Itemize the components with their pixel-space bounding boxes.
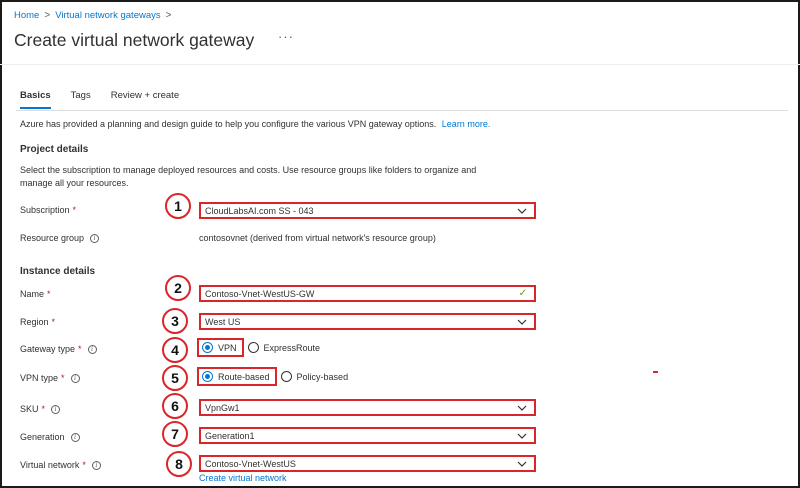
policy-based-option-label: Policy-based (296, 371, 349, 382)
tab-review-create[interactable]: Review + create (111, 90, 179, 109)
radio-selected[interactable] (202, 371, 213, 382)
required-marker: * (72, 205, 77, 215)
info-icon: i (51, 404, 61, 414)
subscription-dropdown[interactable]: CloudLabsAI.com SS - 043 (199, 202, 536, 219)
generation-value: Generation1 (205, 430, 255, 441)
required-marker: * (41, 404, 46, 414)
step-marker-2: 2 (165, 275, 191, 301)
radio-selected[interactable] (202, 342, 213, 353)
breadcrumb-separator: > (44, 10, 51, 21)
intro-description: Azure has provided a planning and design… (20, 119, 437, 129)
gateway-type-radio-group: VPN ExpressRoute (197, 338, 320, 357)
sku-label-text: SKU (20, 404, 39, 414)
vpn-option-label: VPN (218, 342, 237, 353)
step-marker-1: 1 (165, 193, 191, 219)
info-icon: i (87, 344, 97, 354)
step-marker-8: 8 (166, 451, 192, 477)
learn-more-link[interactable]: Learn more. (442, 119, 491, 129)
resource-group-label-text: Resource group (20, 233, 85, 243)
info-icon: i (70, 373, 80, 383)
required-marker: * (61, 373, 65, 383)
step-marker-6: 6 (162, 393, 188, 419)
region-label: Region * (20, 317, 55, 327)
instance-details-heading: Instance details (20, 266, 96, 277)
region-dropdown[interactable]: West US (199, 313, 536, 330)
resource-group-label: Resource group i (20, 233, 100, 243)
more-options-icon[interactable]: ··· (278, 29, 294, 44)
name-label: Name * (20, 289, 51, 299)
chevron-down-icon (517, 433, 527, 439)
vpn-type-radio-group: Route-based Policy-based (197, 367, 348, 386)
vpn-type-label: VPN type * i (20, 373, 80, 383)
tab-tags[interactable]: Tags (71, 90, 91, 109)
annotation-mark (653, 371, 658, 373)
breadcrumb: Home > Virtual network gateways > (14, 10, 171, 21)
virtual-network-dropdown[interactable]: Contoso-Vnet-WestUS (199, 455, 536, 472)
virtual-network-label: Virtual network * i (20, 460, 101, 470)
region-value: West US (205, 316, 241, 327)
divider (0, 64, 800, 65)
sku-value: VpnGw1 (205, 402, 240, 413)
expressroute-option-label: ExpressRoute (263, 342, 321, 353)
breadcrumb-separator: > (165, 10, 172, 21)
required-marker: * (82, 460, 86, 470)
name-value: Contoso-Vnet-WestUS-GW (205, 288, 315, 299)
breadcrumb-home[interactable]: Home (14, 10, 39, 21)
vpn-type-policy-based-option[interactable]: Policy-based (280, 371, 349, 382)
chevron-down-icon (517, 405, 527, 411)
vpn-type-route-based-option[interactable]: Route-based (197, 367, 277, 386)
sku-dropdown[interactable]: VpnGw1 (199, 399, 536, 416)
gateway-type-expressroute-option[interactable]: ExpressRoute (247, 342, 321, 353)
tab-bar: Basics Tags Review + create (20, 90, 179, 109)
route-based-option-label: Route-based (218, 371, 270, 382)
step-marker-7: 7 (162, 421, 188, 447)
resource-group-value: contosovnet (derived from virtual networ… (199, 233, 436, 243)
chevron-down-icon (517, 461, 527, 467)
subscription-label-text: Subscription (20, 205, 70, 215)
radio-unselected[interactable] (280, 371, 292, 382)
required-marker: * (78, 344, 82, 354)
name-label-text: Name (20, 289, 45, 299)
project-details-description: Select the subscription to manage deploy… (20, 165, 477, 188)
name-input[interactable]: Contoso-Vnet-WestUS-GW ✓ (199, 285, 536, 302)
gateway-type-label-text: Gateway type (20, 344, 76, 354)
gateway-type-label: Gateway type * i (20, 344, 97, 354)
vpn-type-label-text: VPN type (20, 373, 59, 383)
step-marker-4: 4 (162, 337, 188, 363)
generation-label: Generation i (20, 432, 80, 442)
region-label-text: Region (20, 317, 49, 327)
gateway-type-vpn-option[interactable]: VPN (197, 338, 244, 357)
divider (16, 110, 788, 111)
breadcrumb-gateways[interactable]: Virtual network gateways (55, 10, 160, 21)
info-icon: i (91, 460, 101, 470)
create-virtual-network-link[interactable]: Create virtual network (199, 473, 287, 483)
step-marker-3: 3 (162, 308, 188, 334)
virtual-network-value: Contoso-Vnet-WestUS (205, 458, 296, 469)
chevron-down-icon (517, 208, 527, 214)
step-marker-5: 5 (162, 365, 188, 391)
required-marker: * (51, 317, 56, 327)
info-icon: i (90, 233, 100, 243)
radio-unselected[interactable] (247, 342, 259, 353)
intro-text: Azure has provided a planning and design… (20, 119, 490, 129)
chevron-down-icon (517, 319, 527, 325)
checkmark-icon: ✓ (518, 288, 527, 299)
tab-basics[interactable]: Basics (20, 90, 51, 109)
subscription-label: Subscription * (20, 205, 76, 215)
page-title: Create virtual network gateway (14, 30, 255, 50)
sku-label: SKU * i (20, 404, 61, 414)
generation-dropdown[interactable]: Generation1 (199, 427, 536, 444)
subscription-value: CloudLabsAI.com SS - 043 (205, 205, 314, 216)
generation-label-text: Generation (20, 432, 65, 442)
info-icon: i (70, 432, 80, 442)
project-details-heading: Project details (20, 144, 89, 155)
required-marker: * (47, 289, 51, 299)
virtual-network-label-text: Virtual network (20, 460, 80, 470)
